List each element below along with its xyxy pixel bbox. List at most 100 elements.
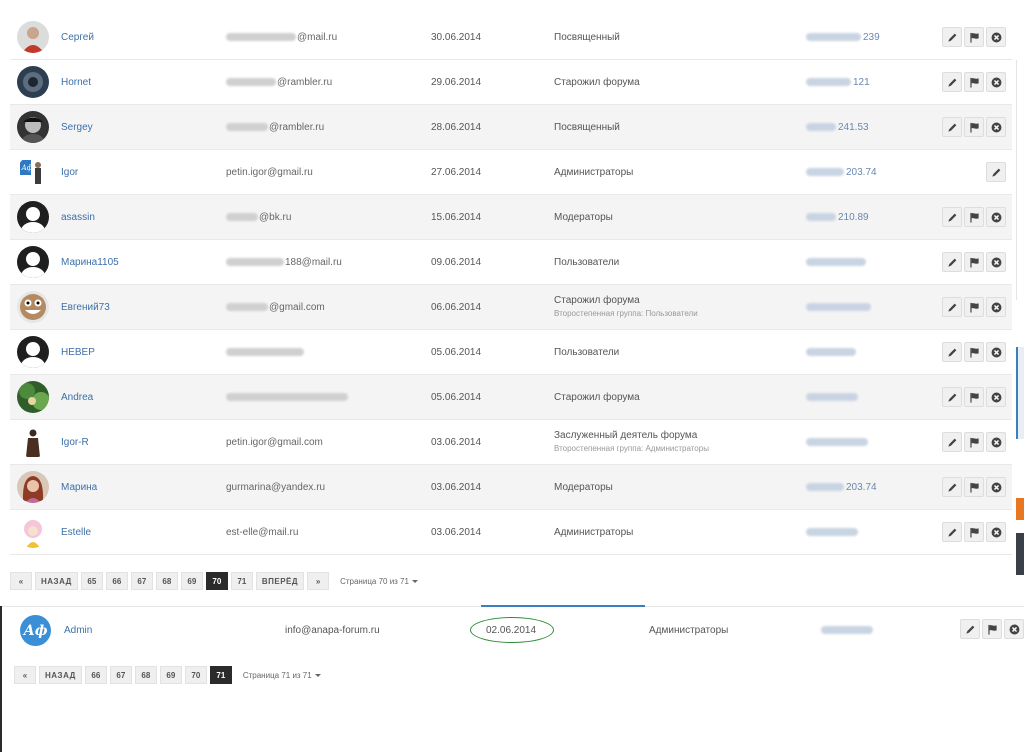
edit-button[interactable] — [986, 162, 1006, 182]
member-name-link[interactable]: Igor-R — [61, 437, 89, 448]
pagination-last-button[interactable]: » — [307, 572, 330, 590]
ban-button[interactable] — [986, 432, 1006, 452]
member-name-link[interactable]: Igor — [61, 167, 78, 178]
pagination-page-67[interactable]: 67 — [130, 572, 153, 590]
member-ip[interactable]: 203.74 — [806, 167, 877, 178]
member-name-link[interactable]: Estelle — [61, 527, 91, 538]
pagination-page-68[interactable]: 68 — [134, 666, 157, 684]
edit-button[interactable] — [942, 522, 962, 542]
flag-button[interactable] — [964, 207, 984, 227]
member-name-link[interactable]: Евгений73 — [61, 302, 110, 313]
flag-button[interactable] — [964, 387, 984, 407]
avatar[interactable] — [17, 516, 49, 548]
avatar[interactable] — [17, 111, 49, 143]
avatar[interactable]: Аф — [20, 615, 51, 646]
member-ip[interactable] — [821, 625, 875, 636]
ban-button[interactable] — [986, 117, 1006, 137]
member-name-link[interactable]: Sergey — [61, 122, 93, 133]
edit-button[interactable] — [942, 432, 962, 452]
pagination-prev-button[interactable]: НАЗАД — [39, 666, 82, 684]
ban-button[interactable] — [986, 72, 1006, 92]
ban-button[interactable] — [986, 27, 1006, 47]
avatar[interactable] — [17, 66, 49, 98]
member-ip[interactable] — [806, 437, 870, 448]
avatar[interactable] — [17, 246, 49, 278]
avatar[interactable] — [17, 21, 49, 53]
edit-icon — [947, 347, 958, 358]
edit-button[interactable] — [942, 207, 962, 227]
flag-button[interactable] — [964, 117, 984, 137]
ban-button[interactable] — [986, 252, 1006, 272]
flag-button[interactable] — [964, 477, 984, 497]
flag-button[interactable] — [964, 432, 984, 452]
edit-button[interactable] — [942, 387, 962, 407]
ban-button[interactable] — [986, 207, 1006, 227]
edit-button[interactable] — [942, 72, 962, 92]
flag-button[interactable] — [964, 342, 984, 362]
ban-button[interactable] — [986, 477, 1006, 497]
member-ip[interactable]: 210.89 — [806, 212, 869, 223]
member-ip[interactable] — [806, 527, 860, 538]
avatar[interactable] — [17, 471, 49, 503]
pagination-first-button[interactable]: « — [14, 666, 36, 684]
pagination-page-69[interactable]: 69 — [180, 572, 203, 590]
pagination-first-button[interactable]: « — [10, 572, 32, 590]
edit-button[interactable] — [960, 619, 980, 639]
avatar[interactable] — [17, 426, 49, 458]
page-select-dropdown[interactable]: Страница 70 из 71 — [340, 577, 418, 586]
edit-button[interactable] — [942, 297, 962, 317]
ban-button[interactable] — [986, 297, 1006, 317]
pagination-page-65[interactable]: 65 — [80, 572, 103, 590]
ban-button[interactable] — [1004, 619, 1024, 639]
pagination-page-70[interactable]: 70 — [184, 666, 207, 684]
flag-button[interactable] — [964, 297, 984, 317]
member-name-link[interactable]: Марина1105 — [61, 257, 119, 268]
member-ip[interactable]: 241.53 — [806, 122, 869, 133]
member-name-link[interactable]: Hornet — [61, 77, 91, 88]
member-name-link[interactable]: Andrea — [61, 392, 93, 403]
page-select-dropdown[interactable]: Страница 71 из 71 — [243, 671, 321, 680]
pagination-page-67[interactable]: 67 — [109, 666, 132, 684]
edit-button[interactable] — [942, 117, 962, 137]
edit-button[interactable] — [942, 342, 962, 362]
member-ip[interactable] — [806, 347, 858, 358]
edit-button[interactable] — [942, 477, 962, 497]
pagination-page-71[interactable]: 71 — [209, 666, 232, 684]
member-ip[interactable]: 239 — [806, 32, 880, 43]
ban-button[interactable] — [986, 342, 1006, 362]
flag-button[interactable] — [964, 27, 984, 47]
flag-button[interactable] — [982, 619, 1002, 639]
member-email: gurmarina@yandex.ru — [226, 482, 325, 493]
member-name-link[interactable]: asassin — [61, 212, 95, 223]
edit-button[interactable] — [942, 27, 962, 47]
flag-button[interactable] — [964, 72, 984, 92]
avatar[interactable] — [17, 381, 49, 413]
pagination-prev-button[interactable]: НАЗАД — [35, 572, 78, 590]
avatar[interactable]: Аф — [17, 156, 49, 188]
member-ip[interactable]: 203.74 — [806, 482, 877, 493]
avatar[interactable] — [17, 336, 49, 368]
pagination-page-69[interactable]: 69 — [159, 666, 182, 684]
ban-button[interactable] — [986, 387, 1006, 407]
member-name-link[interactable]: Сергей — [61, 32, 94, 43]
pagination-page-68[interactable]: 68 — [155, 572, 178, 590]
member-name-link[interactable]: Марина — [61, 482, 97, 493]
pagination-page-71[interactable]: 71 — [230, 572, 253, 590]
ban-button[interactable] — [986, 522, 1006, 542]
member-date: 05.06.2014 — [431, 347, 482, 358]
member-name-link[interactable]: Admin — [64, 625, 92, 636]
member-ip[interactable]: 121 — [806, 77, 870, 88]
member-name-link[interactable]: НЕВЕР — [61, 347, 95, 358]
edit-button[interactable] — [942, 252, 962, 272]
pagination-next-button[interactable]: ВПЕРЁД — [255, 572, 305, 590]
pagination-page-70[interactable]: 70 — [205, 572, 228, 590]
avatar[interactable] — [17, 201, 49, 233]
flag-button[interactable] — [964, 252, 984, 272]
member-ip[interactable] — [806, 302, 873, 313]
member-ip[interactable] — [806, 257, 868, 268]
pagination-page-66[interactable]: 66 — [105, 572, 128, 590]
pagination-page-66[interactable]: 66 — [84, 666, 107, 684]
avatar[interactable] — [17, 291, 49, 323]
member-ip[interactable] — [806, 392, 860, 403]
flag-button[interactable] — [964, 522, 984, 542]
